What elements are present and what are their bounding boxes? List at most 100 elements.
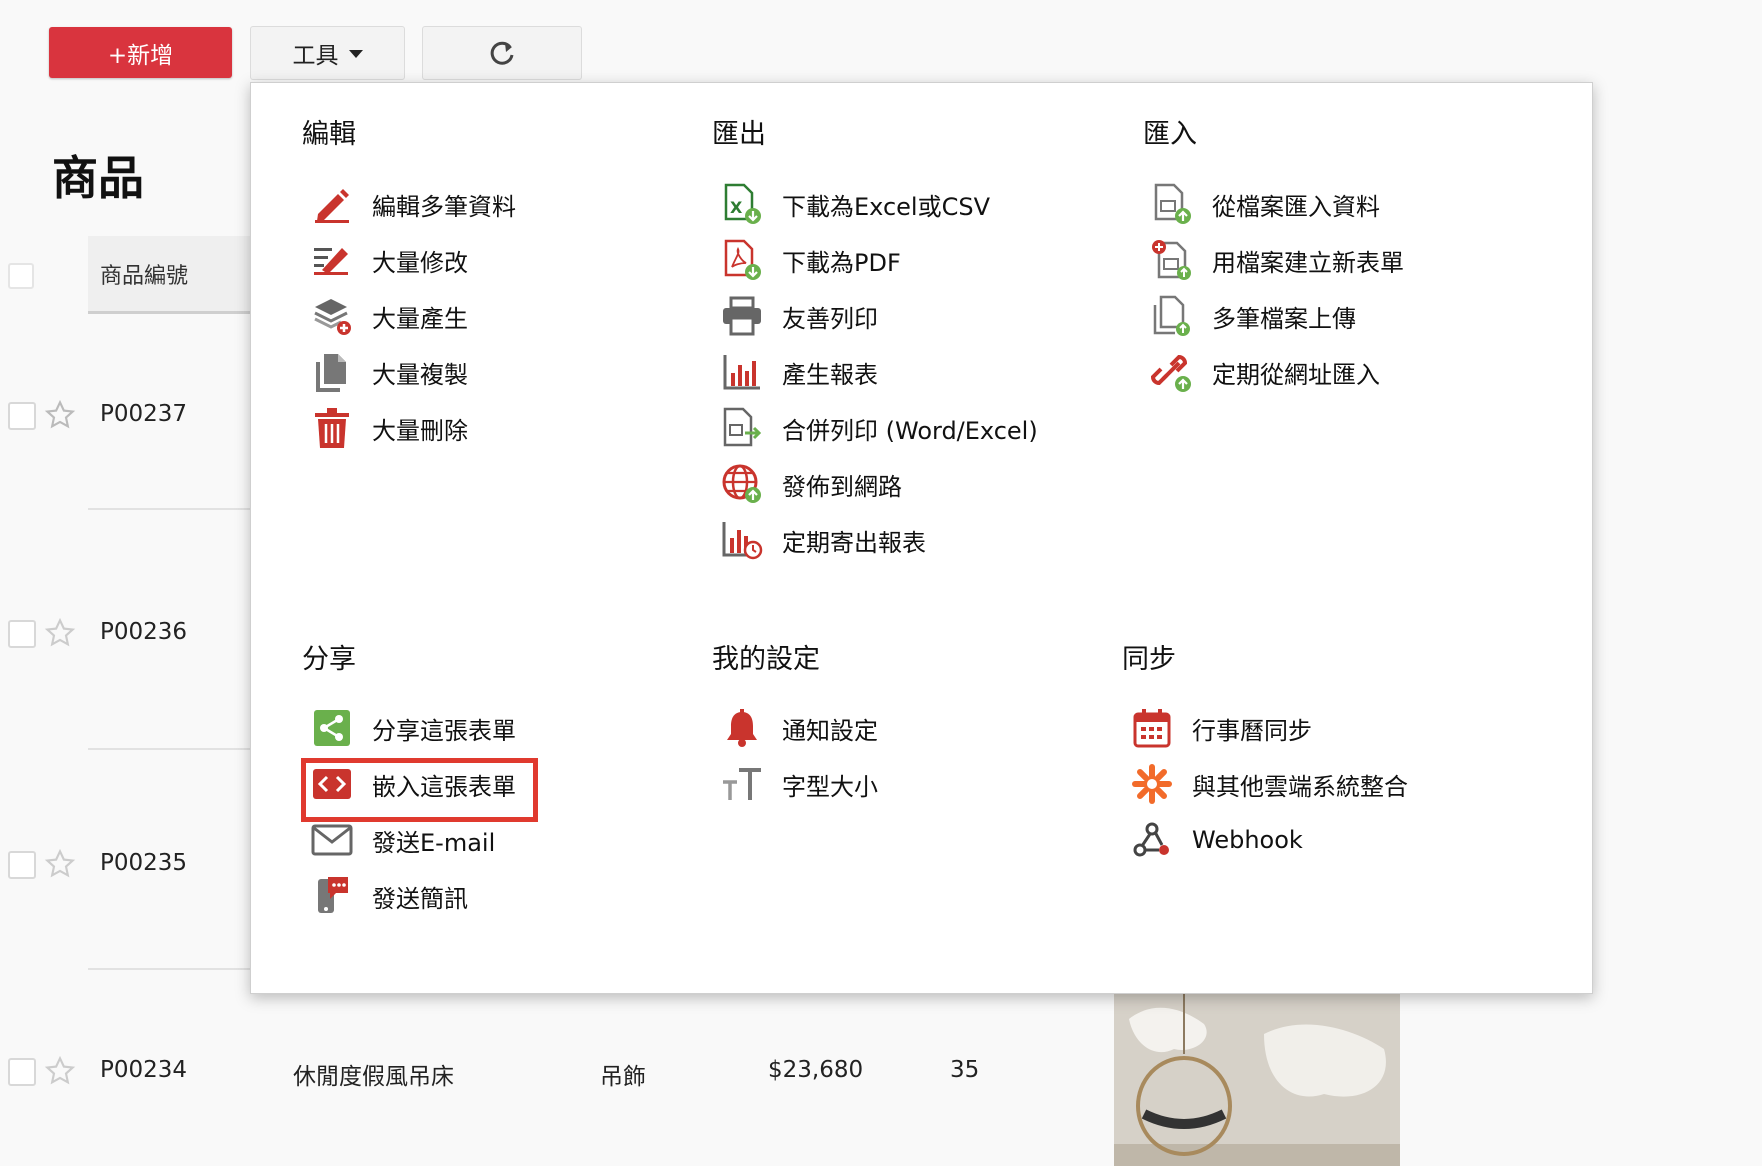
item-label: 下載為PDF — [782, 248, 901, 277]
row-checkbox[interactable] — [8, 620, 36, 648]
row-category: 吊飾 — [600, 1064, 646, 1090]
menu-item-bulk-copy[interactable]: 大量複製 — [310, 348, 468, 396]
file-import-icon — [1154, 183, 1191, 224]
menu-item-edit-multiple[interactable]: 編輯多筆資料 — [310, 180, 516, 228]
caret-down-icon — [348, 50, 363, 58]
page-title: 商品 — [52, 151, 144, 205]
item-label: 從檔案匯入資料 — [1212, 192, 1380, 221]
menu-item-send-email[interactable]: 發送E-mail — [310, 816, 495, 864]
menu-item-font-size[interactable]: 字型大小 — [720, 760, 878, 808]
item-label: 發佈到網路 — [782, 472, 902, 501]
menu-item-bulk-delete[interactable]: 大量刪除 — [310, 404, 468, 452]
section-title-share: 分享 — [302, 644, 356, 675]
row-divider — [88, 508, 258, 510]
bulk-edit-icon — [314, 248, 348, 275]
menu-item-send-sms[interactable]: 發送簡訊 — [310, 872, 468, 920]
item-label: 產生報表 — [782, 360, 878, 389]
menu-item-mail-merge[interactable]: 合併列印 (Word/Excel) — [720, 404, 1038, 452]
row-divider — [88, 968, 258, 970]
svg-text:X: X — [730, 198, 743, 217]
item-label: 大量修改 — [372, 248, 468, 277]
zapier-asterisk-icon — [1132, 764, 1172, 804]
row-price: $23,680 — [768, 1057, 864, 1083]
item-label: 下載為Excel或CSV — [782, 192, 990, 221]
section-title-sync: 同步 — [1122, 644, 1176, 675]
printer-icon — [723, 296, 761, 336]
row-code: P00234 — [100, 1057, 188, 1083]
section-title-import: 匯入 — [1143, 119, 1197, 150]
item-label: 定期寄出報表 — [782, 528, 926, 557]
item-label: 分享這張表單 — [372, 716, 516, 745]
item-label: Webhook — [1192, 826, 1303, 854]
globe-icon — [722, 464, 761, 503]
menu-item-download-excel[interactable]: X 下載為Excel或CSV — [720, 180, 990, 228]
bell-icon — [727, 709, 757, 747]
item-label: 大量產生 — [372, 304, 468, 333]
envelope-icon — [311, 824, 353, 856]
tools-label: 工具 — [292, 43, 339, 69]
row-code: P00237 — [100, 401, 188, 427]
section-title-export: 匯出 — [712, 119, 766, 150]
row-checkbox[interactable] — [8, 402, 36, 430]
item-label: 合併列印 (Word/Excel) — [782, 416, 1038, 445]
row-code: P00236 — [100, 619, 188, 645]
item-label: 大量刪除 — [372, 416, 468, 445]
section-title-settings: 我的設定 — [712, 644, 820, 675]
pencil-icon — [315, 189, 349, 223]
select-all-checkbox[interactable] — [8, 263, 34, 289]
multi-file-upload-icon — [1153, 295, 1190, 336]
row-checkbox[interactable] — [8, 1058, 36, 1086]
pdf-download-icon — [724, 239, 761, 280]
webhook-icon — [1133, 822, 1169, 857]
item-label: 字型大小 — [782, 772, 878, 801]
menu-item-friendly-print[interactable]: 友善列印 — [720, 292, 878, 340]
row-divider — [88, 748, 258, 750]
star-icon[interactable] — [44, 617, 76, 649]
menu-item-cloud-integration[interactable]: 與其他雲端系統整合 — [1130, 760, 1408, 808]
star-icon[interactable] — [44, 399, 76, 431]
column-header-code[interactable]: 商品編號 — [88, 236, 258, 314]
item-label: 用檔案建立新表單 — [1212, 248, 1404, 277]
menu-item-import-file[interactable]: 從檔案匯入資料 — [1150, 180, 1380, 228]
menu-item-calendar-sync[interactable]: 行事曆同步 — [1130, 704, 1312, 752]
item-label: 友善列印 — [782, 304, 878, 333]
copy-icon — [316, 354, 346, 392]
excel-download-icon: X — [724, 183, 761, 224]
star-icon[interactable] — [44, 848, 76, 880]
item-label: 編輯多筆資料 — [372, 192, 516, 221]
menu-item-webhook[interactable]: Webhook — [1130, 816, 1303, 864]
section-title-edit: 編輯 — [302, 119, 356, 150]
menu-item-bulk-generate[interactable]: 大量產生 — [310, 292, 468, 340]
star-icon[interactable] — [44, 1055, 76, 1087]
share-icon — [314, 710, 350, 746]
layers-add-icon — [314, 299, 351, 335]
menu-item-bulk-modify[interactable]: 大量修改 — [310, 236, 468, 284]
product-image[interactable] — [1114, 994, 1400, 1166]
menu-item-notification-settings[interactable]: 通知設定 — [720, 704, 878, 752]
trash-icon — [315, 408, 349, 448]
scheduled-chart-icon — [722, 522, 763, 560]
refresh-button[interactable] — [422, 26, 582, 80]
row-qty: 35 — [950, 1057, 980, 1083]
item-label: 行事曆同步 — [1192, 716, 1312, 745]
menu-item-share-form[interactable]: 分享這張表單 — [310, 704, 516, 752]
menu-item-generate-report[interactable]: 產生報表 — [720, 348, 878, 396]
row-code: P00235 — [100, 850, 188, 876]
row-checkbox[interactable] — [8, 851, 36, 879]
row-name: 休閒度假風吊床 — [293, 1064, 454, 1090]
menu-item-download-pdf[interactable]: 下載為PDF — [720, 236, 901, 284]
menu-item-scheduled-report[interactable]: 定期寄出報表 — [720, 516, 926, 564]
item-label: 通知設定 — [782, 716, 878, 745]
item-label: 定期從網址匯入 — [1212, 360, 1380, 389]
item-label: 多筆檔案上傳 — [1212, 304, 1356, 333]
tools-dropdown-button[interactable]: 工具 — [250, 26, 405, 80]
menu-item-create-form-from-file[interactable]: 用檔案建立新表單 — [1150, 236, 1404, 284]
menu-item-scheduled-url-import[interactable]: 定期從網址匯入 — [1150, 348, 1380, 396]
calendar-icon — [1133, 709, 1171, 748]
link-import-icon — [1151, 354, 1191, 392]
menu-item-multi-file-upload[interactable]: 多筆檔案上傳 — [1150, 292, 1356, 340]
table-row[interactable]: P00234 休閒度假風吊床 吊飾 $23,680 35 — [0, 1041, 1762, 1101]
add-new-button[interactable]: +新增 — [49, 27, 232, 78]
menu-item-publish-web[interactable]: 發佈到網路 — [720, 460, 902, 508]
item-label: 大量複製 — [372, 360, 468, 389]
